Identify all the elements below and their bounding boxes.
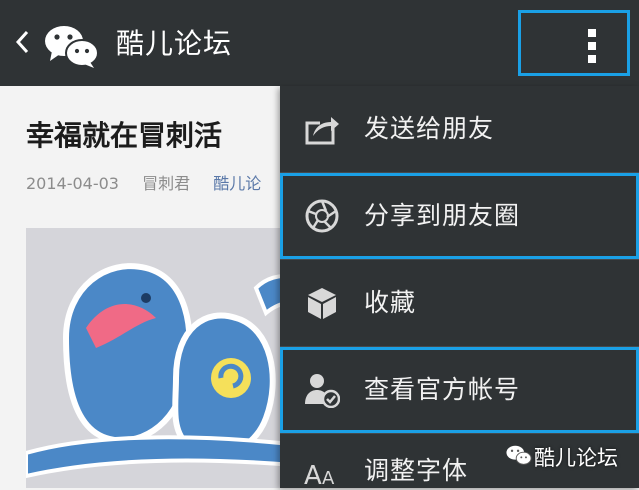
menu-item-label: 收藏 xyxy=(364,288,417,317)
menu-item-label: 查看官方帐号 xyxy=(364,375,521,404)
more-vertical-icon xyxy=(588,29,596,37)
more-vertical-icon xyxy=(588,55,596,63)
overflow-menu: 发送给朋友 分享到朋友圈 收藏 查看官方帐号 A A 调整字体 xyxy=(280,86,639,490)
menu-item-label: 发送给朋友 xyxy=(364,114,495,143)
menu-item-share-to-moments[interactable]: 分享到朋友圈 xyxy=(280,173,639,259)
menu-item-view-official-account[interactable]: 查看官方帐号 xyxy=(280,347,639,433)
svg-text:A: A xyxy=(304,461,322,490)
wechat-logo-icon xyxy=(506,445,532,465)
article-author: 冒刺君 xyxy=(142,174,191,193)
svg-text:A: A xyxy=(322,468,335,489)
app-title: 酷儿论坛 xyxy=(116,27,233,60)
chevron-left-icon[interactable] xyxy=(14,28,32,56)
article-date: 2014-04-03 xyxy=(26,174,119,193)
menu-item-label: 分享到朋友圈 xyxy=(364,201,521,230)
wechat-logo-icon xyxy=(45,26,99,68)
article-meta: 2014-04-03 冒刺君 酷儿论 xyxy=(26,170,279,194)
official-account-icon xyxy=(305,374,340,408)
watermark-text: 酷儿论坛 xyxy=(534,446,618,470)
article-title: 幸福就在冒刺活 xyxy=(26,119,223,152)
font-size-icon: A A xyxy=(304,461,335,490)
menu-item-label: 调整字体 xyxy=(364,456,469,485)
favorite-cube-icon xyxy=(308,288,336,319)
share-icon xyxy=(305,114,339,145)
more-vertical-icon xyxy=(588,42,596,50)
moments-aperture-icon xyxy=(305,199,339,233)
more-menu-button[interactable] xyxy=(518,10,630,76)
menu-item-favorite[interactable]: 收藏 xyxy=(280,260,639,346)
article-source-link[interactable]: 酷儿论 xyxy=(213,174,261,193)
menu-item-send-to-friend[interactable]: 发送给朋友 xyxy=(280,86,639,172)
top-bar: 酷儿论坛 xyxy=(0,0,639,86)
